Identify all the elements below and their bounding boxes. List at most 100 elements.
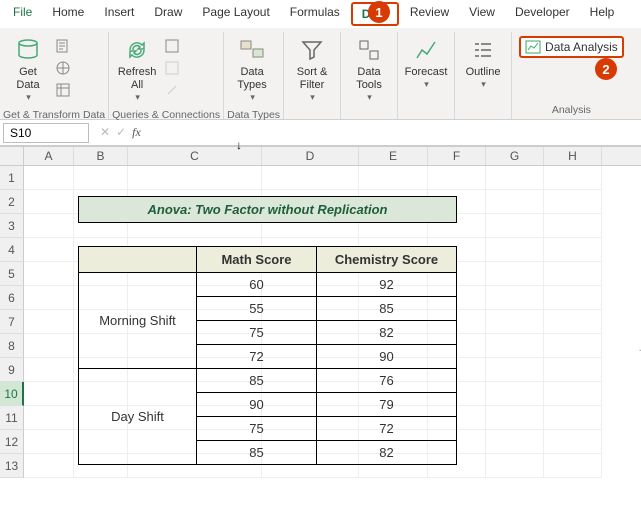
sort-filter-label: Sort & Filter xyxy=(297,66,328,92)
menu-view[interactable]: View xyxy=(460,2,504,26)
menu-help[interactable]: Help xyxy=(581,2,624,26)
from-text-button[interactable] xyxy=(53,36,75,56)
row-head[interactable]: 12 xyxy=(0,430,24,454)
enter-icon[interactable]: ✓ xyxy=(116,125,126,140)
group-label xyxy=(287,114,337,119)
row-head[interactable]: 2 xyxy=(0,190,24,214)
cell[interactable]: 55 xyxy=(197,297,317,321)
refresh-all-button[interactable]: Refresh All xyxy=(114,34,160,105)
forecast-label: Forecast xyxy=(405,66,448,79)
table-header-blank xyxy=(79,247,197,273)
table-title: Anova: Two Factor without Replication xyxy=(79,197,457,223)
name-box[interactable] xyxy=(3,123,89,143)
menu-home[interactable]: Home xyxy=(43,2,93,26)
menu-developer[interactable]: Developer xyxy=(506,2,579,26)
row-head[interactable]: 5 xyxy=(0,262,24,286)
step-callout-1: 1 xyxy=(368,1,390,23)
cell[interactable]: 82 xyxy=(317,441,457,465)
cancel-icon[interactable]: ✕ xyxy=(100,125,110,140)
data-types-button[interactable]: Data Types xyxy=(229,34,275,105)
database-icon xyxy=(14,36,42,64)
outline-button[interactable]: Outline xyxy=(460,34,506,92)
col-head[interactable]: F xyxy=(428,147,486,165)
cell[interactable]: 72 xyxy=(317,417,457,441)
cell[interactable]: 75 xyxy=(197,417,317,441)
data-analysis-label: Data Analysis xyxy=(545,40,618,54)
menu-bar: File Home Insert Draw Page Layout Formul… xyxy=(0,0,641,28)
row-head[interactable]: 10 xyxy=(0,382,24,406)
cell[interactable]: 85 xyxy=(197,369,317,393)
step-callout-2: 2 xyxy=(595,58,617,80)
edit-links-button[interactable] xyxy=(162,80,184,100)
cell[interactable]: 90 xyxy=(317,345,457,369)
fx-icon[interactable]: fx xyxy=(132,125,141,140)
cell[interactable]: 79 xyxy=(317,393,457,417)
col-head[interactable]: H xyxy=(544,147,602,165)
menu-file[interactable]: File xyxy=(4,2,41,26)
menu-review[interactable]: Review xyxy=(401,2,458,26)
row-head[interactable]: 6 xyxy=(0,286,24,310)
data-tools-button[interactable]: Data Tools xyxy=(346,34,392,105)
data-types-icon xyxy=(238,36,266,64)
data-tools-label: Data Tools xyxy=(356,66,382,92)
anova-table: Anova: Two Factor without Replication Ma… xyxy=(78,196,457,465)
menu-draw[interactable]: Draw xyxy=(145,2,191,26)
from-web-button[interactable] xyxy=(53,58,75,78)
row-head[interactable]: 4 xyxy=(0,238,24,262)
funnel-icon xyxy=(298,36,326,64)
cell[interactable]: 76 xyxy=(317,369,457,393)
group-data-tools: Data Tools xyxy=(341,32,398,119)
menu-formulas[interactable]: Formulas xyxy=(281,2,349,26)
row-head[interactable]: 7 xyxy=(0,310,24,334)
cell[interactable]: 60 xyxy=(197,273,317,297)
group-label: Analysis xyxy=(515,102,628,119)
sort-filter-button[interactable]: Sort & Filter xyxy=(289,34,335,105)
cell[interactable]: 85 xyxy=(197,441,317,465)
group-outline: Outline xyxy=(455,32,512,119)
get-data-label: Get Data xyxy=(16,66,39,92)
col-head[interactable]: G xyxy=(486,147,544,165)
refresh-icon xyxy=(123,36,151,64)
data-analysis-button[interactable]: Data Analysis xyxy=(519,36,624,58)
col-head[interactable]: E xyxy=(359,147,428,165)
cell[interactable]: 72 xyxy=(197,345,317,369)
worksheet-grid: A B C D E F G H ↓ 1 2 3 4 5 6 7 8 9 10 1… xyxy=(0,146,641,478)
cell[interactable]: 90 xyxy=(197,393,317,417)
formula-input[interactable] xyxy=(155,124,641,142)
menu-page-layout[interactable]: Page Layout xyxy=(193,2,278,26)
row-head[interactable]: 13 xyxy=(0,454,24,478)
shift-label-morning: Morning Shift xyxy=(79,273,197,369)
queries-button[interactable] xyxy=(162,36,184,56)
get-data-button[interactable]: Get Data xyxy=(5,34,51,105)
table-header-chem: Chemistry Score xyxy=(317,247,457,273)
col-head[interactable]: B xyxy=(74,147,128,165)
from-table-button[interactable] xyxy=(53,80,75,100)
group-label xyxy=(401,114,451,119)
group-label: Data Types xyxy=(227,107,280,124)
menu-insert[interactable]: Insert xyxy=(95,2,143,26)
tools-icon xyxy=(355,36,383,64)
cell[interactable]: 85 xyxy=(317,297,457,321)
cell[interactable]: 92 xyxy=(317,273,457,297)
properties-button[interactable] xyxy=(162,58,184,78)
group-queries: Refresh All Queries & Connections xyxy=(109,32,224,119)
group-data-types: Data Types Data Types xyxy=(224,32,284,119)
group-get-transform: Get Data Get & Transform Data xyxy=(0,32,109,119)
sheet-body[interactable]: 1 2 3 4 5 6 7 8 9 10 11 12 13 Anova: Two… xyxy=(0,166,641,478)
data-types-label: Data Types xyxy=(237,66,266,92)
row-head[interactable]: 8 xyxy=(0,334,24,358)
refresh-label: Refresh All xyxy=(118,66,157,92)
cell[interactable]: 82 xyxy=(317,321,457,345)
cell[interactable]: 75 xyxy=(197,321,317,345)
row-head[interactable]: 3 xyxy=(0,214,24,238)
resize-cursor-icon: ↓ xyxy=(236,138,242,152)
col-head[interactable]: D xyxy=(262,147,359,165)
col-head[interactable]: A xyxy=(24,147,74,165)
select-all-corner[interactable] xyxy=(0,147,24,165)
forecast-button[interactable]: Forecast xyxy=(403,34,449,92)
group-label: Queries & Connections xyxy=(112,107,220,124)
row-head[interactable]: 11 xyxy=(0,406,24,430)
outline-label: Outline xyxy=(466,66,501,79)
row-head[interactable]: 1 xyxy=(0,166,24,190)
row-head[interactable]: 9 xyxy=(0,358,24,382)
